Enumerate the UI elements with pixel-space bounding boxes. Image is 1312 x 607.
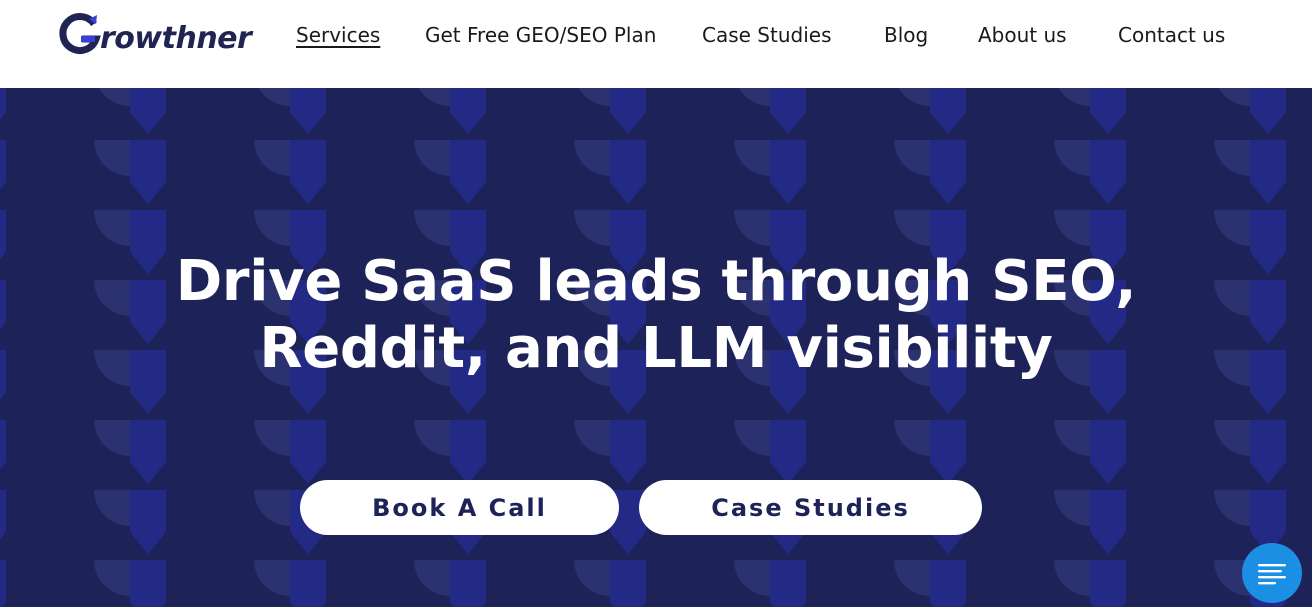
pattern-motif xyxy=(894,560,966,607)
nav-contact-us[interactable]: Contact us xyxy=(1118,22,1225,48)
pattern-motif xyxy=(1054,420,1126,484)
pattern-motif xyxy=(254,140,326,204)
pattern-motif xyxy=(1214,350,1286,414)
pattern-motif xyxy=(0,350,6,414)
pattern-motif xyxy=(1214,88,1286,134)
pattern-motif xyxy=(254,88,326,134)
pattern-motif xyxy=(1054,88,1126,134)
nav-blog[interactable]: Blog xyxy=(884,22,928,48)
nav-services[interactable]: Services xyxy=(296,22,380,48)
hero-headline-line-1: Drive SaaS leads through SEO, xyxy=(175,249,1137,314)
book-a-call-button[interactable]: Book A Call xyxy=(300,480,619,535)
pattern-motif xyxy=(94,420,166,484)
hero-headline-line-2: Reddit, and LLM visibility xyxy=(259,316,1053,381)
pattern-motif xyxy=(1214,140,1286,204)
pattern-motif xyxy=(574,560,646,607)
pattern-motif xyxy=(0,560,6,607)
pattern-motif xyxy=(734,560,806,607)
pattern-motif xyxy=(1054,140,1126,204)
pattern-motif xyxy=(0,420,6,484)
nav-case-studies[interactable]: Case Studies xyxy=(702,22,832,48)
growthner-g-logo-icon xyxy=(59,13,101,54)
hero-headline: Drive SaaS leads through SEO, Reddit, an… xyxy=(156,248,1156,382)
pattern-motif xyxy=(1214,420,1286,484)
pattern-motif xyxy=(0,88,6,134)
chat-widget-button[interactable] xyxy=(1242,543,1302,603)
pattern-motif xyxy=(1214,210,1286,274)
pattern-motif xyxy=(734,88,806,134)
pattern-motif xyxy=(574,420,646,484)
pattern-motif xyxy=(574,88,646,134)
site-header: rowthner Services Get Free GEO/SEO Plan … xyxy=(0,0,1312,88)
pattern-motif xyxy=(414,560,486,607)
pattern-motif xyxy=(894,140,966,204)
pattern-motif xyxy=(574,140,646,204)
pattern-motif xyxy=(734,420,806,484)
pattern-motif xyxy=(1214,280,1286,344)
pattern-motif xyxy=(414,420,486,484)
pattern-motif xyxy=(0,210,6,274)
hero-section: Drive SaaS leads through SEO, Reddit, an… xyxy=(0,88,1312,607)
pattern-motif xyxy=(94,88,166,134)
pattern-motif xyxy=(414,140,486,204)
pattern-motif xyxy=(254,420,326,484)
case-studies-button[interactable]: Case Studies xyxy=(639,480,982,535)
pattern-motif xyxy=(0,490,6,554)
pattern-motif xyxy=(0,140,6,204)
pattern-motif xyxy=(1054,490,1126,554)
nav-about-us[interactable]: About us xyxy=(978,22,1067,48)
pattern-motif xyxy=(94,490,166,554)
pattern-motif xyxy=(94,140,166,204)
logo-wordmark: rowthner xyxy=(100,21,252,56)
pattern-motif xyxy=(0,280,6,344)
pattern-motif xyxy=(734,140,806,204)
growthner-logo[interactable]: rowthner xyxy=(58,12,263,58)
nav-free-geo-seo-plan[interactable]: Get Free GEO/SEO Plan xyxy=(425,22,656,48)
pattern-motif xyxy=(894,88,966,134)
pattern-motif xyxy=(1054,560,1126,607)
pattern-motif xyxy=(414,88,486,134)
pattern-motif xyxy=(894,420,966,484)
pattern-motif xyxy=(94,560,166,607)
chat-lines-icon xyxy=(1258,564,1286,585)
pattern-motif xyxy=(254,560,326,607)
